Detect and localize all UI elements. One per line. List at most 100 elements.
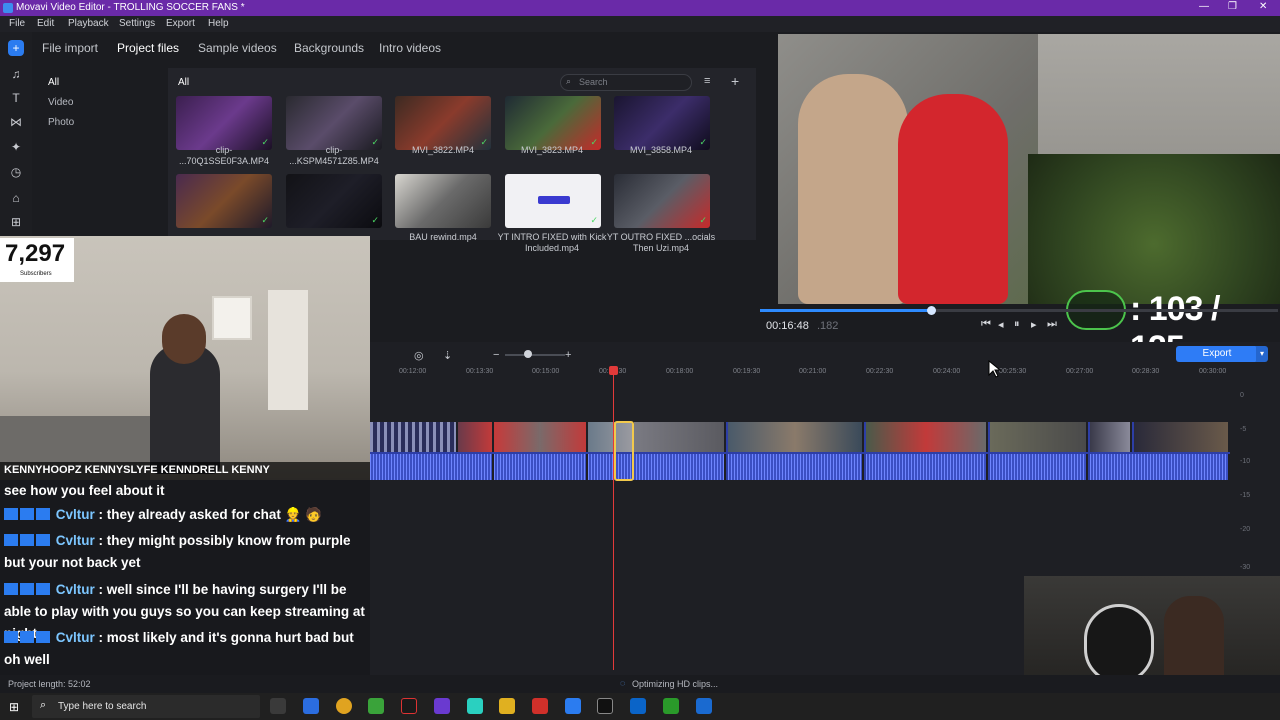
filters-icon[interactable]: ⌂ — [8, 190, 24, 206]
app-icon[interactable] — [696, 698, 712, 714]
timeline-clip[interactable] — [370, 422, 458, 452]
media-thumb-3[interactable]: ✓ — [395, 96, 491, 150]
file-explorer-icon[interactable] — [499, 698, 515, 714]
zoom-slider-handle[interactable] — [524, 350, 532, 358]
timeline-clip[interactable] — [458, 422, 494, 452]
sort-icon[interactable]: ≡ — [704, 75, 710, 87]
timeline-clip[interactable] — [494, 422, 588, 452]
export-button[interactable]: Export — [1176, 346, 1258, 362]
media-thumb-1[interactable]: ✓ — [176, 96, 272, 150]
ruler-label: 00:18:00 — [666, 368, 694, 375]
media-thumb-7[interactable]: ✓ — [286, 174, 382, 228]
menu-export[interactable]: Export — [166, 18, 195, 29]
frame-forward-icon[interactable]: ▸ — [1031, 318, 1037, 331]
bin-filter-all[interactable]: All — [178, 77, 189, 88]
category-photo[interactable]: Photo — [48, 117, 74, 128]
tab-intro-videos[interactable]: Intro videos — [379, 41, 441, 55]
timeline-clip[interactable] — [1090, 422, 1132, 452]
music-icon[interactable]: ♫ — [8, 66, 24, 82]
close-button[interactable]: ✕ — [1259, 1, 1267, 12]
media-search-input[interactable]: ⌕ Search — [560, 74, 692, 91]
video-track[interactable] — [370, 422, 1230, 480]
app-icon[interactable] — [597, 698, 613, 714]
media-thumb-10[interactable]: ✓ — [614, 174, 710, 228]
minimize-button[interactable]: — — [1199, 1, 1209, 12]
copilot-icon[interactable] — [303, 698, 319, 714]
app-icon[interactable] — [434, 698, 450, 714]
transitions-icon[interactable]: ⋈ — [8, 114, 24, 130]
xbox-icon[interactable] — [663, 698, 679, 714]
zoom-slider[interactable] — [505, 354, 565, 356]
restore-button[interactable]: ❐ — [1228, 1, 1237, 12]
pause-icon[interactable]: ⏸ — [1014, 318, 1020, 331]
timeline-clip[interactable] — [728, 422, 864, 452]
effects-icon[interactable]: ✦ — [8, 139, 24, 155]
tab-project-files[interactable]: Project files — [117, 41, 179, 55]
menu-settings[interactable]: Settings — [119, 18, 155, 29]
scrubber-fill — [760, 309, 931, 312]
taskbar-search[interactable]: ⌕ Type here to search — [32, 695, 260, 718]
more-tools-icon[interactable]: ⊞ — [8, 214, 24, 230]
used-check-icon: ✓ — [590, 215, 598, 225]
obs-icon[interactable] — [401, 698, 417, 714]
media-thumb-2[interactable]: ✓ — [286, 96, 382, 150]
media-thumb-9[interactable]: ✓ — [505, 174, 601, 228]
media-thumb-4[interactable]: ✓ — [505, 96, 601, 150]
app-icon[interactable] — [368, 698, 384, 714]
zoom-out-icon[interactable]: − — [493, 349, 499, 361]
outlook-icon[interactable] — [630, 698, 646, 714]
frame-back-icon[interactable]: ◂ — [998, 318, 1004, 331]
tab-sample-videos[interactable]: Sample videos — [198, 41, 277, 55]
add-media-icon[interactable]: + — [8, 40, 24, 56]
timeline-clip[interactable] — [866, 422, 988, 452]
tab-file-import[interactable]: File import — [42, 41, 98, 55]
ruler-label: 00:13:30 — [466, 368, 494, 375]
timeline-clip[interactable] — [634, 422, 726, 452]
windows-taskbar: ⊞ ⌕ Type here to search — [0, 693, 1280, 720]
export-dropdown-icon[interactable]: ▾ — [1256, 346, 1268, 362]
subscriber-label: Subscribers — [20, 271, 52, 277]
scrubber-handle[interactable] — [926, 306, 936, 315]
movavi-taskbar-icon[interactable] — [532, 698, 548, 714]
marker-icon[interactable]: ◎ — [414, 349, 424, 362]
category-video[interactable]: Video — [48, 97, 73, 108]
optimizing-status: Optimizing HD clips... — [632, 679, 719, 689]
used-check-icon: ✓ — [371, 215, 379, 225]
video-preview[interactable] — [778, 34, 1280, 304]
windows-start-icon[interactable]: ⊞ — [9, 700, 19, 714]
audio-record-icon[interactable]: ⇣ — [443, 349, 452, 362]
stickers-icon[interactable]: ◷ — [8, 164, 24, 180]
titles-icon[interactable]: T — [8, 90, 24, 106]
ruler-label: 00:24:00 — [933, 368, 961, 375]
skip-start-icon[interactable]: ⏮ — [981, 318, 991, 331]
tab-backgrounds[interactable]: Backgrounds — [294, 41, 364, 55]
taskbar-search-placeholder: Type here to search — [58, 701, 147, 712]
chat-badge-icon — [20, 534, 34, 546]
preview-scrubber[interactable] — [760, 306, 1278, 315]
timeline-clip[interactable] — [1134, 422, 1230, 452]
zoom-in-icon[interactable]: + — [565, 349, 571, 361]
add-folder-icon[interactable]: + — [731, 73, 739, 89]
menu-playback[interactable]: Playback — [68, 18, 109, 29]
chrome-icon[interactable] — [336, 698, 352, 714]
menu-file[interactable]: File — [9, 18, 25, 29]
audio-waveform — [1090, 454, 1230, 480]
db-label: -15 — [1240, 492, 1251, 499]
timeline-ruler[interactable]: 00:12:00 00:13:30 00:15:00 00:16:30 00:1… — [370, 366, 1230, 380]
db-label: -30 — [1240, 564, 1251, 571]
playhead-handle[interactable] — [609, 366, 618, 375]
category-all[interactable]: All — [48, 77, 59, 88]
menu-edit[interactable]: Edit — [37, 18, 54, 29]
media-thumb-5[interactable]: ✓ — [614, 96, 710, 150]
movavi-editor-icon[interactable] — [565, 698, 581, 714]
menu-help[interactable]: Help — [208, 18, 229, 29]
timeline-clip[interactable] — [990, 422, 1088, 452]
playhead-line — [613, 372, 614, 670]
app-icon[interactable] — [467, 698, 483, 714]
skip-end-icon[interactable]: ⏭ — [1047, 318, 1057, 331]
selected-clip-outline[interactable] — [614, 421, 634, 481]
media-thumb-6[interactable]: ✓ — [176, 174, 272, 228]
room-door — [268, 290, 308, 410]
media-thumb-8[interactable] — [395, 174, 491, 228]
task-view-icon[interactable] — [270, 698, 286, 714]
